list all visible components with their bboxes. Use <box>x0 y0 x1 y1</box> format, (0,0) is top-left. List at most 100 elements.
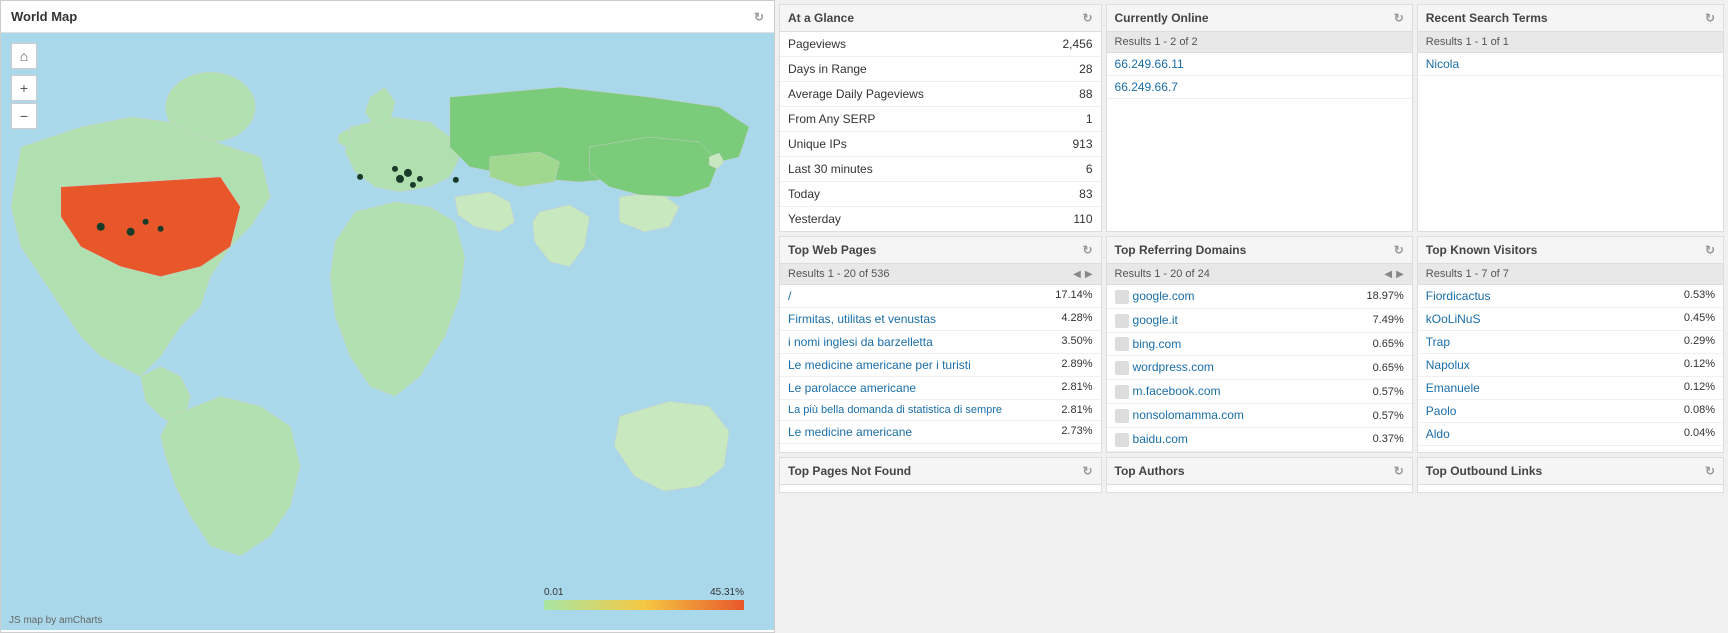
top-pages-not-found-refresh[interactable]: ↻ <box>1082 464 1092 478</box>
visitor-pct-1: 0.53% <box>1684 289 1715 303</box>
ip-link-2[interactable]: 66.249.66.7 <box>1115 80 1178 94</box>
top-known-visitors-results-bar: Results 1 - 7 of 7 <box>1418 264 1723 285</box>
page-link-5[interactable]: Le parolacce americane <box>788 381 916 395</box>
search-term-link-1[interactable]: Nicola <box>1426 57 1459 71</box>
stat-label: Average Daily Pageviews <box>788 87 924 101</box>
map-zoom-in-button[interactable]: + <box>11 75 37 101</box>
top-referring-results: Results 1 - 20 of 24 <box>1115 268 1210 280</box>
page-link-6[interactable]: La più bella domanda di statistica di se… <box>788 404 1002 416</box>
map-refresh-icon[interactable]: ↻ <box>754 10 764 24</box>
page-pct-7: 2.73% <box>1061 425 1092 439</box>
currently-online-refresh[interactable]: ↻ <box>1394 11 1404 25</box>
top-authors-panel: Top Authors ↻ <box>1106 457 1413 493</box>
visitor-link-6[interactable]: Paolo <box>1426 404 1457 418</box>
recent-search-panel: Recent Search Terms ↻ Results 1 - 1 of 1… <box>1417 4 1724 232</box>
page-pct-5: 2.81% <box>1061 381 1092 395</box>
domain-row-2: google.it 7.49% <box>1107 309 1412 333</box>
next-arrow[interactable]: ▶ <box>1085 269 1093 280</box>
domain-link-1[interactable]: google.com <box>1133 289 1195 303</box>
stat-unique-ips: Unique IPs 913 <box>780 132 1101 157</box>
page-link-3[interactable]: i nomi inglesi da barzelletta <box>788 335 933 349</box>
visitor-link-4[interactable]: Napolux <box>1426 358 1470 372</box>
stat-value: 88 <box>1079 87 1092 101</box>
page-link-7[interactable]: Le medicine americane <box>788 425 912 439</box>
stat-label: Last 30 minutes <box>788 162 873 176</box>
visitor-link-2[interactable]: kOoLiNuS <box>1426 312 1481 326</box>
top-web-pages-refresh[interactable]: ↻ <box>1082 243 1092 257</box>
page-row-6: La più bella domanda di statistica di se… <box>780 400 1101 421</box>
top-web-pages-header: Top Web Pages ↻ <box>780 237 1101 264</box>
stat-label: Yesterday <box>788 212 841 226</box>
stat-value: 1 <box>1086 112 1093 126</box>
domain-icon-1 <box>1115 290 1129 304</box>
top-web-pages-title: Top Web Pages <box>788 243 876 257</box>
top-known-visitors-refresh[interactable]: ↻ <box>1705 243 1715 257</box>
visitor-row-3: Trap 0.29% <box>1418 331 1723 354</box>
page-row-4: Le medicine americane per i turisti 2.89… <box>780 354 1101 377</box>
domain-pct-1: 18.97% <box>1366 290 1403 302</box>
stat-yesterday: Yesterday 110 <box>780 207 1101 231</box>
top-outbound-refresh[interactable]: ↻ <box>1705 464 1715 478</box>
page-link-4[interactable]: Le medicine americane per i turisti <box>788 358 971 372</box>
domain-icon-7 <box>1115 433 1129 447</box>
top-web-pages-content: / 17.14% Firmitas, utilitas et venustas … <box>780 285 1101 444</box>
map-title: World Map ↻ <box>1 1 774 33</box>
stat-value: 83 <box>1079 187 1092 201</box>
visitor-link-3[interactable]: Trap <box>1426 335 1450 349</box>
at-a-glance-content: Pageviews 2,456 Days in Range 28 Average… <box>780 32 1101 231</box>
legend-max: 45.31% <box>710 587 744 598</box>
map-zoom-out-button[interactable]: − <box>11 103 37 129</box>
domain-row-1: google.com 18.97% <box>1107 285 1412 309</box>
domain-link-7[interactable]: baidu.com <box>1133 432 1188 446</box>
top-referring-header: Top Referring Domains ↻ <box>1107 237 1412 264</box>
map-home-button[interactable]: ⌂ <box>11 43 37 69</box>
top-referring-refresh[interactable]: ↻ <box>1394 243 1404 257</box>
at-a-glance-title: At a Glance <box>788 11 854 25</box>
domain-icon-3 <box>1115 337 1129 351</box>
domain-link-2[interactable]: google.it <box>1133 313 1178 327</box>
at-a-glance-panel: At a Glance ↻ Pageviews 2,456 Days in Ra… <box>779 4 1102 232</box>
currently-online-panel: Currently Online ↻ Results 1 - 2 of 2 66… <box>1106 4 1413 232</box>
top-pages-not-found-title: Top Pages Not Found <box>788 464 911 478</box>
currently-online-title: Currently Online <box>1115 11 1209 25</box>
next-arrow[interactable]: ▶ <box>1396 269 1404 280</box>
recent-search-refresh[interactable]: ↻ <box>1705 11 1715 25</box>
domain-link-4[interactable]: wordpress.com <box>1133 360 1214 374</box>
page-link-2[interactable]: Firmitas, utilitas et venustas <box>788 312 936 326</box>
visitor-link-1[interactable]: Fiordicactus <box>1426 289 1491 303</box>
domain-link-3[interactable]: bing.com <box>1133 337 1182 351</box>
ip-link-1[interactable]: 66.249.66.11 <box>1115 57 1184 71</box>
domain-pct-2: 7.49% <box>1373 314 1404 326</box>
visitor-link-7[interactable]: Aldo <box>1426 427 1450 441</box>
search-term-row-1: Nicola <box>1418 53 1723 76</box>
stat-label: Days in Range <box>788 62 867 76</box>
legend-min: 0.01 <box>544 587 563 598</box>
domain-link-5[interactable]: m.facebook.com <box>1133 384 1221 398</box>
recent-search-content: Nicola <box>1418 53 1723 76</box>
stat-value: 2,456 <box>1062 37 1092 51</box>
prev-arrow[interactable]: ◀ <box>1384 269 1392 280</box>
stat-serp: From Any SERP 1 <box>780 107 1101 132</box>
domain-row-4: wordpress.com 0.65% <box>1107 356 1412 380</box>
stat-value: 28 <box>1079 62 1092 76</box>
top-web-pages-results-bar: Results 1 - 20 of 536 ◀ ▶ <box>780 264 1101 285</box>
top-known-visitors-content: Fiordicactus 0.53% kOoLiNuS 0.45% Trap 0… <box>1418 285 1723 446</box>
currently-online-header: Currently Online ↻ <box>1107 5 1412 32</box>
recent-search-header: Recent Search Terms ↻ <box>1418 5 1723 32</box>
visitor-link-5[interactable]: Emanuele <box>1426 381 1480 395</box>
world-map-svg <box>1 33 774 630</box>
domain-link-6[interactable]: nonsolomamma.com <box>1133 408 1244 422</box>
top-outbound-title: Top Outbound Links <box>1426 464 1542 478</box>
recent-search-results-label: Results 1 - 1 of 1 <box>1426 36 1509 48</box>
page-link-1[interactable]: / <box>788 289 791 303</box>
prev-arrow[interactable]: ◀ <box>1073 269 1081 280</box>
stat-pageviews: Pageviews 2,456 <box>780 32 1101 57</box>
top-authors-refresh[interactable]: ↻ <box>1394 464 1404 478</box>
top-web-pages-nav: ◀ ▶ <box>1073 269 1092 280</box>
right-panel: At a Glance ↻ Pageviews 2,456 Days in Ra… <box>775 0 1728 633</box>
stat-label: From Any SERP <box>788 112 875 126</box>
at-a-glance-refresh[interactable]: ↻ <box>1082 11 1092 25</box>
ip-row-1: 66.249.66.11 <box>1107 53 1412 76</box>
map-legend: 0.01 45.31% <box>544 587 744 610</box>
top-referring-content: google.com 18.97% google.it 7.49% bing.c… <box>1107 285 1412 452</box>
